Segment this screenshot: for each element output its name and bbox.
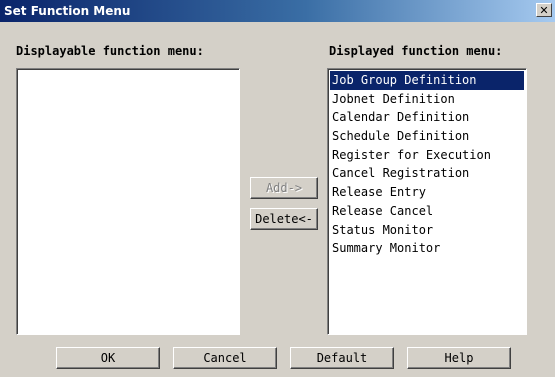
list-item[interactable]: Cancel Registration xyxy=(330,164,524,183)
displayed-menu-listbox[interactable]: Job Group Definition Jobnet Definition Cal… xyxy=(327,68,527,335)
list-item[interactable]: Summary Monitor xyxy=(330,239,524,258)
window-title: Set Function Menu xyxy=(4,4,131,18)
default-button[interactable]: Default xyxy=(290,347,394,369)
close-button[interactable]: ✕ xyxy=(536,3,552,17)
title-bar[interactable]: Set Function Menu ✕ xyxy=(0,0,555,22)
list-item[interactable]: Release Cancel xyxy=(330,202,524,221)
list-item[interactable]: Release Entry xyxy=(330,183,524,202)
cancel-button[interactable]: Cancel xyxy=(173,347,277,369)
list-item[interactable]: Job Group Definition xyxy=(330,71,524,90)
displayable-menu-label: Displayable function menu: xyxy=(16,44,204,58)
add-button[interactable]: Add-> xyxy=(250,177,318,199)
list-item[interactable]: Register for Execution xyxy=(330,146,524,165)
ok-button[interactable]: OK xyxy=(56,347,160,369)
set-function-menu-dialog: Set Function Menu ✕ Displayable function… xyxy=(0,0,555,377)
delete-button[interactable]: Delete<- xyxy=(250,208,318,230)
list-item[interactable]: Jobnet Definition xyxy=(330,90,524,109)
displayable-menu-listbox[interactable] xyxy=(16,68,240,335)
list-item[interactable]: Status Monitor xyxy=(330,221,524,240)
close-icon: ✕ xyxy=(539,3,549,17)
list-item[interactable]: Schedule Definition xyxy=(330,127,524,146)
list-item[interactable]: Calendar Definition xyxy=(330,108,524,127)
help-button[interactable]: Help xyxy=(407,347,511,369)
displayed-menu-label: Displayed function menu: xyxy=(329,44,503,58)
